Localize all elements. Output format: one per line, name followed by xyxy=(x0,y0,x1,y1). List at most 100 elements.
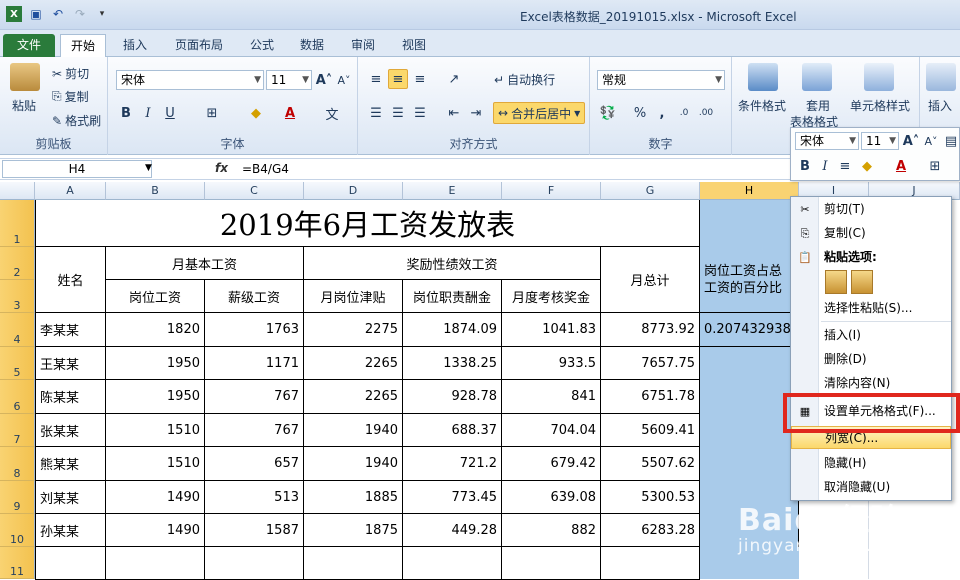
value-cell[interactable]: 688.37 xyxy=(403,414,502,447)
copy-button[interactable]: ⎘ 复制 xyxy=(52,88,89,105)
tab-file[interactable]: 文件 xyxy=(3,34,56,57)
value-cell[interactable]: 1041.83 xyxy=(502,313,601,347)
menu-item-paste-special[interactable]: 选择性粘贴(S)... xyxy=(791,297,951,320)
comma-style-icon[interactable]: , xyxy=(652,103,672,123)
ratio-cell[interactable] xyxy=(700,447,799,481)
menu-item-hide[interactable]: 隐藏(H) xyxy=(791,452,951,475)
tab-insert[interactable]: 插入 xyxy=(113,34,157,57)
value-cell[interactable]: 1490 xyxy=(106,514,205,547)
mini-italic-icon[interactable]: I xyxy=(815,156,835,176)
column-header-e[interactable]: E xyxy=(403,182,502,200)
align-left-icon[interactable]: ☰ xyxy=(366,103,386,123)
mini-font-combo[interactable]: 宋体 ▼ xyxy=(795,132,859,150)
column-header-b[interactable]: B xyxy=(106,182,205,200)
ratio-cell[interactable] xyxy=(700,347,799,380)
tab-page-layout[interactable]: 页面布局 xyxy=(165,34,233,57)
increase-indent-icon[interactable]: ⇥ xyxy=(466,103,486,123)
font-size-combo[interactable]: 11 ▼ xyxy=(266,70,312,90)
cell-styles-button[interactable]: 单元格样式 xyxy=(850,97,910,114)
row-header-10[interactable]: 10 xyxy=(0,514,35,547)
mini-accounting-icon[interactable]: ▤ xyxy=(941,131,960,151)
value-cell[interactable]: 704.04 xyxy=(502,414,601,447)
value-cell[interactable]: 1874.09 xyxy=(403,313,502,347)
value-cell[interactable]: 882 xyxy=(502,514,601,547)
empty-cell[interactable] xyxy=(304,547,403,580)
paste-option-icon[interactable] xyxy=(825,270,847,294)
shrink-font-icon[interactable]: A˅ xyxy=(334,70,354,90)
value-cell[interactable]: 1510 xyxy=(106,447,205,481)
value-cell[interactable]: 6751.78 xyxy=(601,380,700,414)
fill-color-icon[interactable]: ◆ xyxy=(246,103,266,123)
accounting-format-icon[interactable]: 💱 xyxy=(598,103,618,123)
value-cell[interactable]: 513 xyxy=(205,481,304,514)
underline-icon[interactable]: U xyxy=(160,103,180,123)
value-cell[interactable]: 8773.92 xyxy=(601,313,700,347)
row-header-2[interactable]: 2 xyxy=(0,247,35,280)
menu-item-clear-contents[interactable]: 清除内容(N) xyxy=(791,372,951,395)
row-header-11[interactable]: 11 xyxy=(0,547,35,579)
value-cell[interactable]: 5609.41 xyxy=(601,414,700,447)
menu-item-cut[interactable]: ✂ 剪切(T) xyxy=(791,198,951,221)
mini-grow-font-icon[interactable]: A˄ xyxy=(901,131,921,151)
menu-item-copy[interactable]: ⎘ 复制(C) xyxy=(791,222,951,245)
employee-name-cell[interactable]: 陈某某 xyxy=(35,380,106,414)
tab-data[interactable]: 数据 xyxy=(290,34,334,57)
mini-align-icon[interactable]: ≡ xyxy=(835,156,855,176)
value-cell[interactable]: 5300.53 xyxy=(601,481,700,514)
value-cell[interactable]: 1885 xyxy=(304,481,403,514)
row-header-5[interactable]: 5 xyxy=(0,347,35,380)
column-header-c[interactable]: C xyxy=(205,182,304,200)
number-format-combo[interactable]: 常规 ▼ xyxy=(597,70,725,90)
decrease-indent-icon[interactable]: ⇤ xyxy=(444,103,464,123)
employee-name-cell[interactable]: 熊某某 xyxy=(35,447,106,481)
format-painter-button[interactable]: ✎ 格式刷 xyxy=(52,112,101,129)
orientation-icon[interactable]: ↗ xyxy=(444,69,464,89)
value-cell[interactable]: 6283.28 xyxy=(601,514,700,547)
value-cell[interactable]: 1171 xyxy=(205,347,304,380)
value-cell[interactable]: 841 xyxy=(502,380,601,414)
value-cell[interactable]: 449.28 xyxy=(403,514,502,547)
tab-review[interactable]: 审阅 xyxy=(341,34,385,57)
empty-cell[interactable] xyxy=(601,547,700,580)
employee-name-cell[interactable]: 张某某 xyxy=(35,414,106,447)
format-as-table-icon[interactable] xyxy=(802,63,832,91)
row-header-4[interactable]: 4 xyxy=(0,313,35,347)
header-base-salary-cell[interactable]: 月基本工资 xyxy=(106,247,304,280)
select-all-corner[interactable] xyxy=(0,182,35,200)
row-header-7[interactable]: 7 xyxy=(0,414,35,447)
align-center-icon[interactable]: ☰ xyxy=(388,103,408,123)
header-name-cell[interactable]: 姓名 xyxy=(35,247,106,313)
undo-icon[interactable]: ↶ xyxy=(50,6,66,22)
value-cell[interactable]: 773.45 xyxy=(403,481,502,514)
ratio-cell[interactable]: 0.207432938 xyxy=(700,313,799,347)
bold-icon[interactable]: B xyxy=(116,103,136,123)
value-cell[interactable]: 1950 xyxy=(106,347,205,380)
align-top-icon[interactable]: ≡ xyxy=(366,69,386,89)
save-icon[interactable]: ▣ xyxy=(28,6,44,22)
column-header-f[interactable]: F xyxy=(502,182,601,200)
value-cell[interactable]: 1875 xyxy=(304,514,403,547)
empty-cell[interactable] xyxy=(35,547,106,580)
employee-name-cell[interactable]: 刘某某 xyxy=(35,481,106,514)
row-header-8[interactable]: 8 xyxy=(0,447,35,481)
empty-cell[interactable] xyxy=(403,547,502,580)
menu-item-insert[interactable]: 插入(I) xyxy=(791,324,951,347)
value-cell[interactable]: 1763 xyxy=(205,313,304,347)
value-cell[interactable]: 639.08 xyxy=(502,481,601,514)
value-cell[interactable]: 2265 xyxy=(304,380,403,414)
decrease-decimal-icon[interactable]: .00 xyxy=(696,103,716,123)
value-cell[interactable]: 2265 xyxy=(304,347,403,380)
phonetic-icon[interactable]: 文 xyxy=(322,103,342,123)
conditional-format-button[interactable]: 条件格式 xyxy=(738,97,786,114)
mini-shrink-font-icon[interactable]: A˅ xyxy=(921,131,941,151)
grow-font-icon[interactable]: A˄ xyxy=(314,70,334,90)
column-header-h[interactable]: H xyxy=(700,182,799,200)
row-header-3[interactable]: 3 xyxy=(0,280,35,313)
border-icon[interactable]: ⊞ xyxy=(202,103,222,123)
paste-values-icon[interactable] xyxy=(851,270,873,294)
format-as-table-line1[interactable]: 套用 xyxy=(806,97,830,114)
value-cell[interactable]: 767 xyxy=(205,380,304,414)
increase-decimal-icon[interactable]: .0 xyxy=(674,103,694,123)
header-bonus-cell[interactable]: 奖励性绩效工资 xyxy=(304,247,601,280)
column-header-g[interactable]: G xyxy=(601,182,700,200)
